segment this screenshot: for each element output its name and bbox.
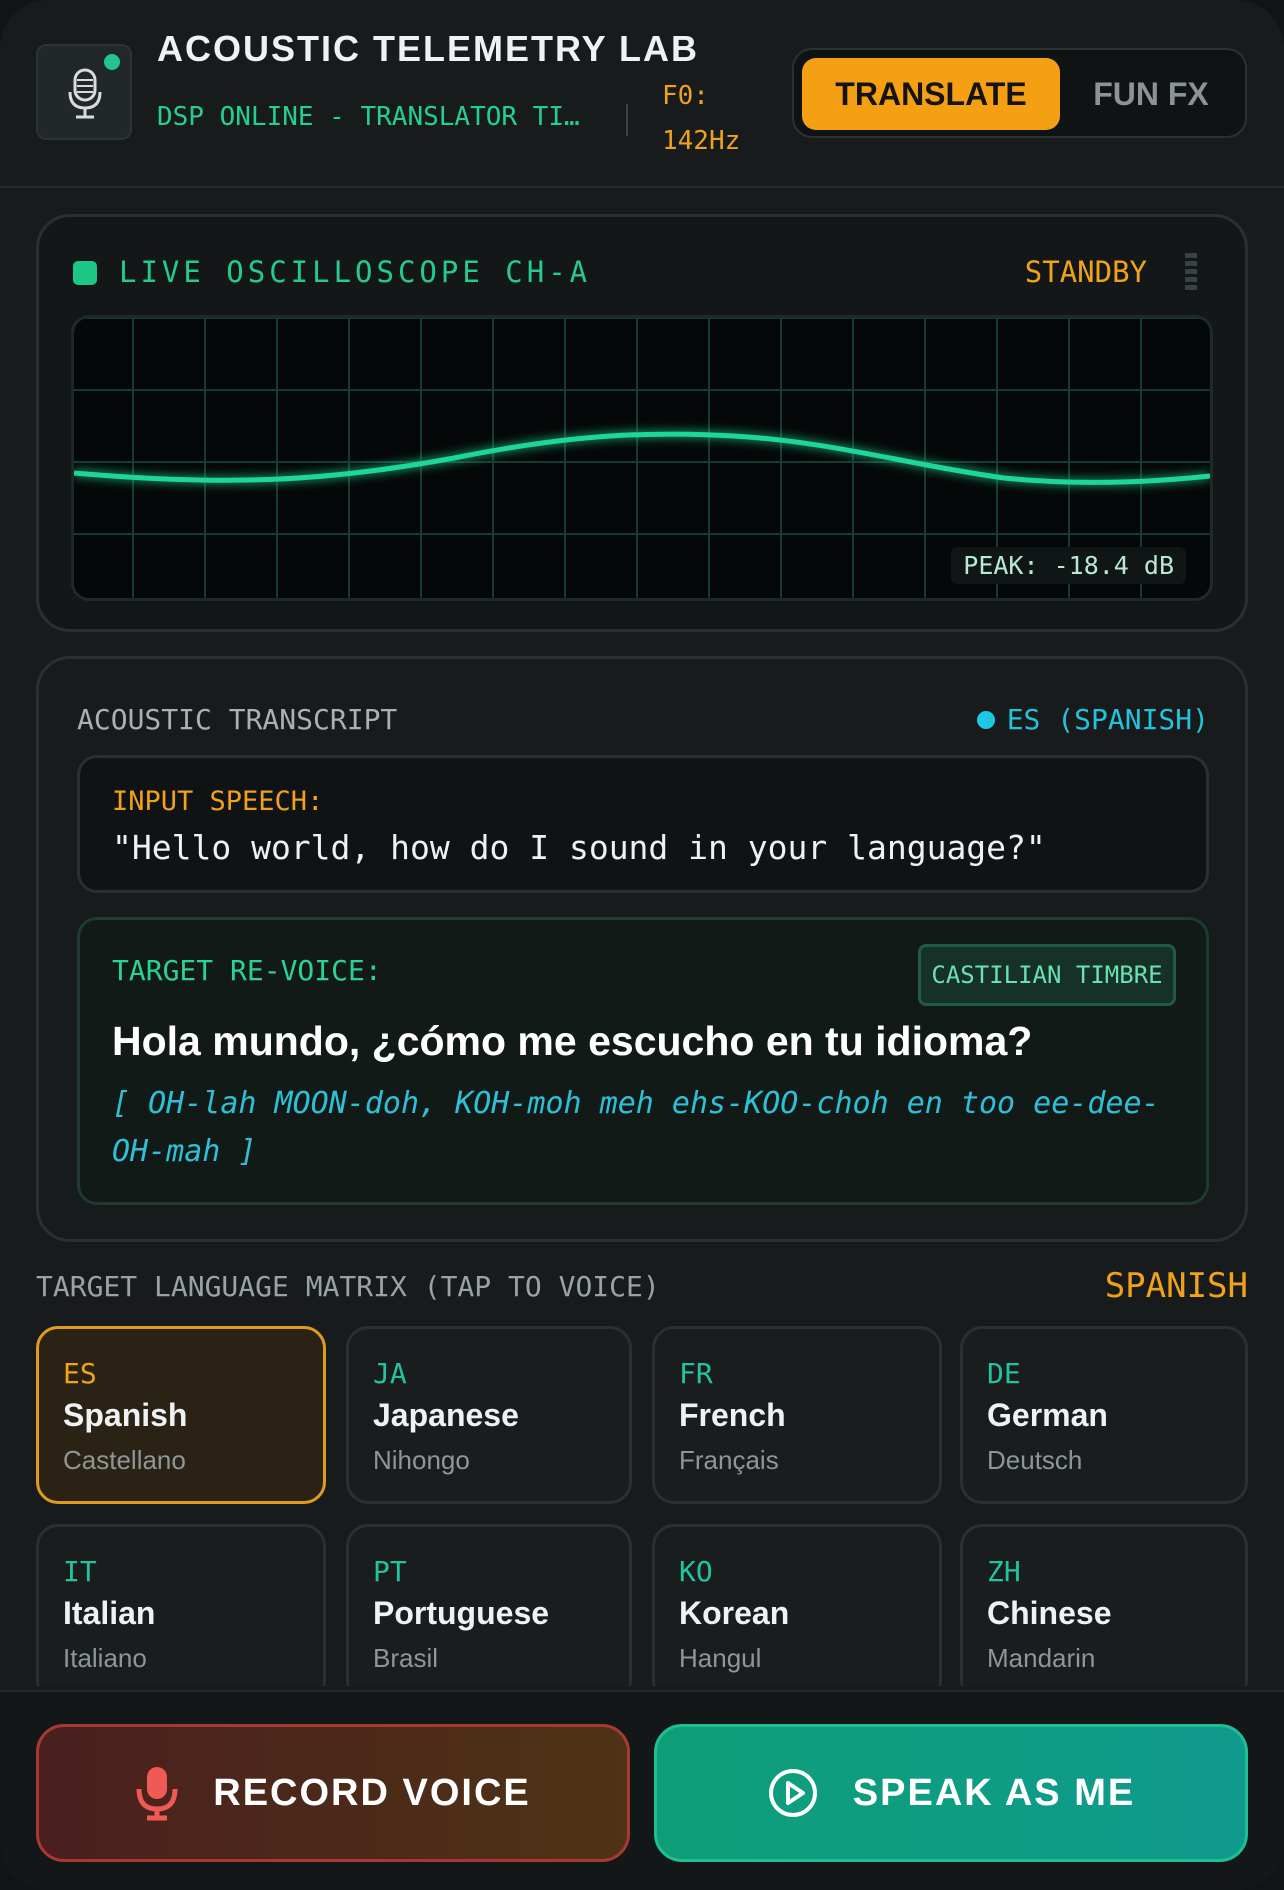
f0-label: F0: — [662, 81, 709, 111]
language-native: Italiano — [63, 1643, 147, 1673]
transcript-panel: ACOUSTIC TRANSCRIPT ES (SPANISH) INPUT S… — [36, 656, 1248, 1242]
divider — [626, 104, 628, 136]
transcript-title: ACOUSTIC TRANSCRIPT — [77, 703, 398, 736]
language-code: KO — [679, 1555, 713, 1588]
microphone-icon — [136, 1767, 178, 1821]
language-code: ZH — [987, 1555, 1021, 1588]
language-card-pt[interactable]: PT Portuguese Brasil — [346, 1524, 632, 1686]
language-native: Mandarin — [987, 1643, 1096, 1673]
header: ACOUSTIC TELEMETRY LAB DSP ONLINE - TRAN… — [0, 0, 1284, 188]
oscilloscope-label: LIVE OSCILLOSCOPE CH-A — [119, 255, 592, 289]
language-native: Deutsch — [987, 1445, 1083, 1475]
language-card-zh[interactable]: ZH Chinese Mandarin — [960, 1524, 1248, 1686]
language-card-es[interactable]: ES Spanish Castellano — [36, 1326, 326, 1504]
language-name: Japanese — [373, 1397, 519, 1433]
language-code: IT — [63, 1555, 97, 1588]
mode-toggle: TRANSLATE FUN FX — [792, 48, 1247, 138]
target-revoice-box: TARGET RE-VOICE: CASTILIAN TIMBRE Hola m… — [77, 917, 1209, 1205]
language-name: Portuguese — [373, 1595, 550, 1631]
language-card-ja[interactable]: JA Japanese Nihongo — [346, 1326, 632, 1504]
language-code: ES — [63, 1357, 97, 1390]
language-dot — [976, 710, 995, 729]
language-name: Spanish — [63, 1397, 188, 1433]
speak-as-me-label: SPEAK AS ME — [852, 1771, 1136, 1814]
record-voice-button[interactable]: RECORD VOICE — [36, 1724, 630, 1862]
app-window: ACOUSTIC TELEMETRY LAB DSP ONLINE - TRAN… — [0, 0, 1284, 1890]
selected-language: SPANISH — [1104, 1266, 1248, 1306]
oscilloscope-panel: LIVE OSCILLOSCOPE CH-A STANDBY PEAK: -18… — [36, 214, 1248, 632]
app-title: ACOUSTIC TELEMETRY LAB — [157, 28, 700, 69]
language-tag: ES (SPANISH) — [976, 703, 1209, 736]
mode-translate-button[interactable]: TRANSLATE — [802, 58, 1060, 130]
target-revoice-text: Hola mundo, ¿cómo me escucho en tu idiom… — [112, 1018, 1033, 1064]
language-name: German — [987, 1397, 1108, 1433]
language-native: Castellano — [63, 1445, 186, 1475]
f0-value: 142Hz — [662, 126, 741, 156]
input-speech-text: "Hello world, how do I sound in your lan… — [112, 828, 1046, 867]
language-native: Hangul — [679, 1643, 762, 1673]
input-speech-label: INPUT SPEECH: — [112, 786, 324, 817]
language-native: Brasil — [373, 1643, 439, 1673]
online-status-dot — [104, 54, 120, 70]
phonetic-text: [ OH-lah MOON-doh, KOH-moh meh ehs-KOO-c… — [112, 1086, 1160, 1169]
language-native: Nihongo — [373, 1445, 470, 1475]
input-speech-box: INPUT SPEECH: "Hello world, how do I sou… — [77, 755, 1209, 893]
scope-state: STANDBY — [1024, 255, 1147, 289]
signal-meter-icon — [1185, 253, 1197, 290]
language-card-it[interactable]: IT Italian Italiano — [36, 1524, 326, 1686]
waveform-trace — [74, 431, 1210, 485]
language-name: French — [679, 1397, 786, 1433]
language-name: Italian — [63, 1595, 156, 1631]
dsp-status: DSP ONLINE - TRANSLATOR TIMBRE — [157, 102, 595, 132]
play-circle-icon — [768, 1769, 817, 1817]
language-name: Korean — [679, 1595, 790, 1631]
language-card-de[interactable]: DE German Deutsch — [960, 1326, 1248, 1504]
oscilloscope-display: PEAK: -18.4 dB — [71, 315, 1213, 601]
language-native: Français — [679, 1445, 779, 1475]
language-card-fr[interactable]: FR French Français — [652, 1326, 942, 1504]
language-code: DE — [987, 1357, 1021, 1390]
target-revoice-label: TARGET RE-VOICE: — [112, 954, 382, 987]
language-code: PT — [373, 1555, 407, 1588]
record-voice-label: RECORD VOICE — [213, 1771, 531, 1814]
f0-readout: F0: 142Hz — [662, 74, 740, 164]
language-code: JA — [373, 1357, 407, 1390]
language-code: FR — [679, 1357, 713, 1390]
language-tag-label: ES (SPANISH) — [1006, 703, 1209, 736]
peak-readout: PEAK: -18.4 dB — [951, 547, 1186, 584]
language-card-ko[interactable]: KO Korean Hangul — [652, 1524, 942, 1686]
timbre-badge: CASTILIAN TIMBRE — [918, 944, 1176, 1006]
mode-fun-fx-button[interactable]: FUN FX — [1062, 58, 1240, 130]
mic-status-badge[interactable] — [36, 44, 132, 140]
language-matrix-label: TARGET LANGUAGE MATRIX (TAP TO VOICE) — [36, 1270, 660, 1303]
action-bar: RECORD VOICE SPEAK AS ME — [0, 1690, 1284, 1890]
language-name: Chinese — [987, 1595, 1112, 1631]
language-grid: ES Spanish Castellano JA Japanese Nihong… — [36, 1326, 1248, 1686]
speak-as-me-button[interactable]: SPEAK AS ME — [654, 1724, 1248, 1862]
microphone-icon — [68, 68, 102, 119]
live-indicator — [73, 261, 97, 285]
